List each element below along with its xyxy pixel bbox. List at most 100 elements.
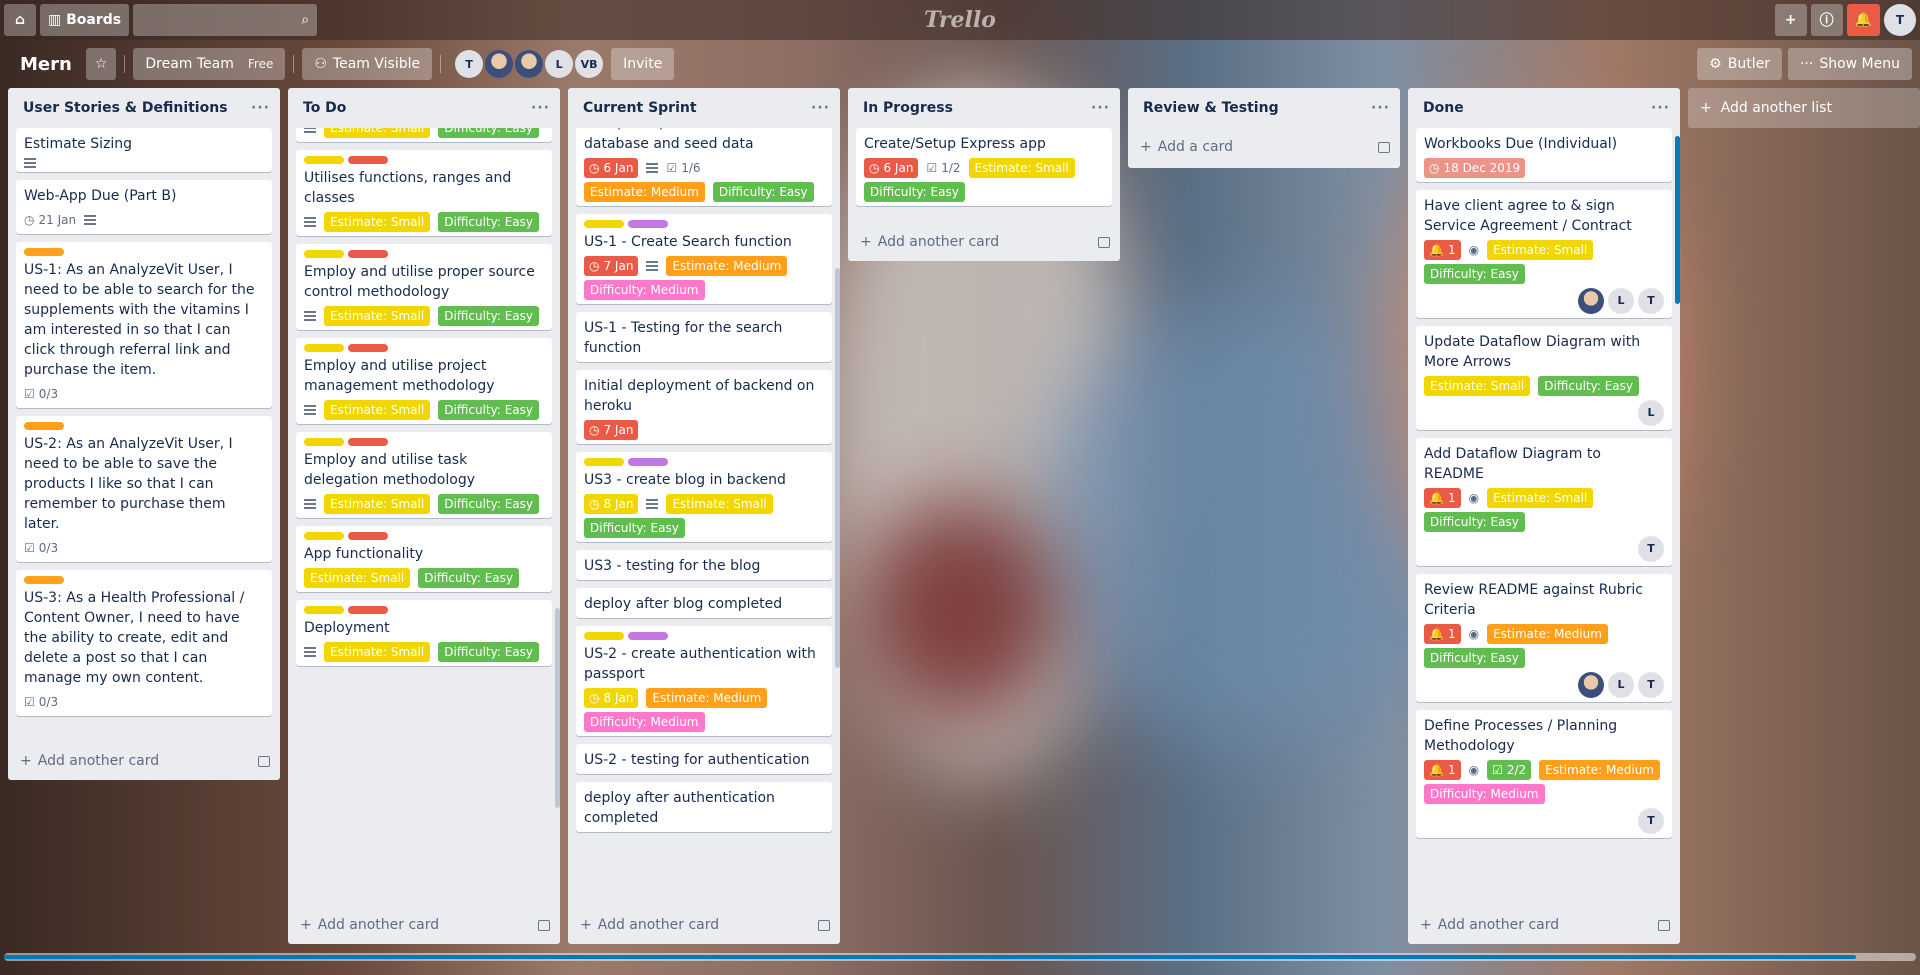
list-scrollbar[interactable] (835, 268, 840, 668)
card[interactable]: Estimate: Small Difficulty: Easy (296, 128, 552, 142)
add-list-button[interactable]: + Add another list (1688, 88, 1920, 128)
list-header[interactable]: To Do ··· (288, 88, 560, 128)
card-label: Estimate: Medium (646, 688, 768, 708)
card[interactable]: US-2 - create authentication with passpo… (576, 626, 832, 736)
card[interactable]: US-1 - Testing for the search function (576, 312, 832, 362)
list-menu-icon[interactable]: ··· (1651, 100, 1670, 116)
list-title[interactable]: User Stories & Definitions (23, 100, 228, 116)
member-avatar[interactable]: T (1638, 536, 1664, 562)
create-button[interactable]: + (1774, 4, 1807, 36)
team-button[interactable]: Dream Team Free (133, 48, 286, 80)
due-date-badge: ◷ 8 Jan (584, 494, 639, 514)
list-scrollbar[interactable] (555, 608, 560, 808)
card[interactable]: Have client agree to & sign Service Agre… (1416, 190, 1672, 318)
member-avatar[interactable]: L (1638, 400, 1664, 426)
list-menu-icon[interactable]: ··· (811, 100, 830, 116)
list-title[interactable]: Done (1423, 100, 1464, 116)
star-button[interactable]: ☆ (85, 48, 117, 80)
boards-button[interactable]: ▥ Boards (40, 4, 130, 36)
member-avatar[interactable]: L (1608, 288, 1634, 314)
add-card-button[interactable]: + Add another card (1408, 906, 1680, 944)
card[interactable]: Web-App Due (Part B) ◷ 21 Jan (16, 180, 272, 234)
card[interactable]: Employ and utilise project management me… (296, 338, 552, 424)
card[interactable]: US-3: As a Health Professional / Content… (16, 570, 272, 716)
card[interactable]: Employ and utilise proper source control… (296, 244, 552, 330)
card-template-icon[interactable] (258, 755, 270, 767)
invite-button[interactable]: Invite (611, 48, 675, 80)
card[interactable]: Initial deployment of backend on heroku ◷… (576, 370, 832, 444)
add-card-button[interactable]: + Add another card (8, 742, 280, 780)
member-avatar[interactable] (515, 50, 544, 78)
list-menu-icon[interactable]: ··· (1371, 100, 1390, 116)
card-template-icon[interactable] (1378, 141, 1390, 153)
checklist-count: 2/2 (1506, 763, 1527, 777)
card[interactable]: US-1: As an AnalyzeVit User, I need to b… (16, 242, 272, 408)
member-avatar[interactable]: T (455, 50, 484, 78)
label-strip (348, 344, 388, 352)
search-input[interactable]: ⌕ (133, 4, 318, 36)
card[interactable]: Define Processes / Planning Methodology 🔔… (1416, 710, 1672, 838)
add-card-button[interactable]: + Add another card (288, 906, 560, 944)
list-header[interactable]: Review & Testing ··· (1128, 88, 1400, 128)
list-menu-icon[interactable]: ··· (531, 100, 550, 116)
card[interactable]: Workbooks Due (Individual) ◷ 18 Dec 2019 (1416, 128, 1672, 182)
list-title[interactable]: Review & Testing (1143, 100, 1279, 116)
member-avatar[interactable]: VB (575, 50, 604, 78)
card[interactable]: Estimate Sizing (16, 128, 272, 172)
horizontal-scrollbar-thumb[interactable] (4, 955, 1856, 959)
user-avatar[interactable]: T (1884, 4, 1916, 36)
list-menu-icon[interactable]: ··· (251, 100, 270, 116)
due-date-badge: ◷ 8 Jan (584, 688, 639, 708)
card[interactable]: Deployment Estimate: Small Difficulty: Eas… (296, 600, 552, 666)
card[interactable]: Add Dataflow Diagram to README 🔔 1 ◉ Estimat… (1416, 438, 1672, 566)
member-avatar[interactable]: L (545, 50, 574, 78)
list-title[interactable]: Current Sprint (583, 100, 697, 116)
card[interactable]: deploy after blog completed (576, 588, 832, 618)
bell-icon: 🔔 (1429, 491, 1444, 505)
member-avatar[interactable] (1578, 672, 1604, 698)
add-card-button[interactable]: + Add a card (1128, 128, 1400, 166)
member-avatar[interactable]: T (1638, 808, 1664, 834)
card[interactable]: US-2 - testing for authentication (576, 744, 832, 774)
show-menu-button[interactable]: ··· Show Menu (1787, 48, 1912, 80)
card-template-icon[interactable] (1098, 236, 1110, 248)
add-card-button[interactable]: + Add another card (848, 223, 1120, 261)
list-header[interactable]: Done ··· (1408, 88, 1680, 128)
list-title[interactable]: To Do (303, 100, 346, 116)
butler-button[interactable]: ⚙ Butler (1697, 48, 1782, 80)
card-members: L (1424, 400, 1664, 426)
card[interactable]: App functionality Estimate: Small Difficul… (296, 526, 552, 592)
card[interactable]: Employ and utilise task delegation metho… (296, 432, 552, 518)
info-button[interactable]: ⓘ (1810, 4, 1843, 36)
member-avatar[interactable] (485, 50, 514, 78)
card[interactable]: Update Dataflow Diagram with More Arrows… (1416, 326, 1672, 430)
card[interactable]: Create/Setup Express app ◷ 6 Jan ☑ 1/2 Estima… (856, 128, 1112, 206)
card[interactable]: US3 - testing for the blog (576, 550, 832, 580)
list-header[interactable]: User Stories & Definitions ··· (8, 88, 280, 128)
list-header[interactable]: In Progress ··· (848, 88, 1120, 128)
card[interactable]: Review README against Rubric Criteria 🔔 1 ◉… (1416, 574, 1672, 702)
list-menu-icon[interactable]: ··· (1091, 100, 1110, 116)
list-scrollbar[interactable] (1675, 136, 1680, 304)
member-avatar[interactable]: L (1608, 672, 1634, 698)
member-avatar[interactable]: T (1638, 672, 1664, 698)
notifications-button[interactable]: 🔔 (1846, 4, 1880, 36)
card[interactable]: US-1 - Create Search function ◷ 7 Jan Estim… (576, 214, 832, 304)
card[interactable]: deploy after authentication completed (576, 782, 832, 832)
card[interactable]: Utilises functions, ranges and classes Es… (296, 150, 552, 236)
card-template-icon[interactable] (818, 919, 830, 931)
add-card-button[interactable]: + Add another card (568, 906, 840, 944)
member-avatar[interactable] (1578, 288, 1604, 314)
card[interactable]: US-1, US-2, US-3 - Create database and s… (576, 128, 832, 206)
visibility-button[interactable]: ⚇ Team Visible (302, 48, 433, 80)
card-template-icon[interactable] (1658, 919, 1670, 931)
list-header[interactable]: Current Sprint ··· (568, 88, 840, 128)
home-button[interactable]: ⌂ (4, 4, 36, 36)
card-template-icon[interactable] (538, 919, 550, 931)
trello-logo[interactable]: Trello (924, 7, 996, 33)
card[interactable]: US-2: As an AnalyzeVit User, I need to b… (16, 416, 272, 562)
card[interactable]: US3 - create blog in backend ◷ 8 Jan Estima… (576, 452, 832, 542)
board-title[interactable]: Mern (20, 54, 72, 75)
member-avatar[interactable]: T (1638, 288, 1664, 314)
list-title[interactable]: In Progress (863, 100, 953, 116)
